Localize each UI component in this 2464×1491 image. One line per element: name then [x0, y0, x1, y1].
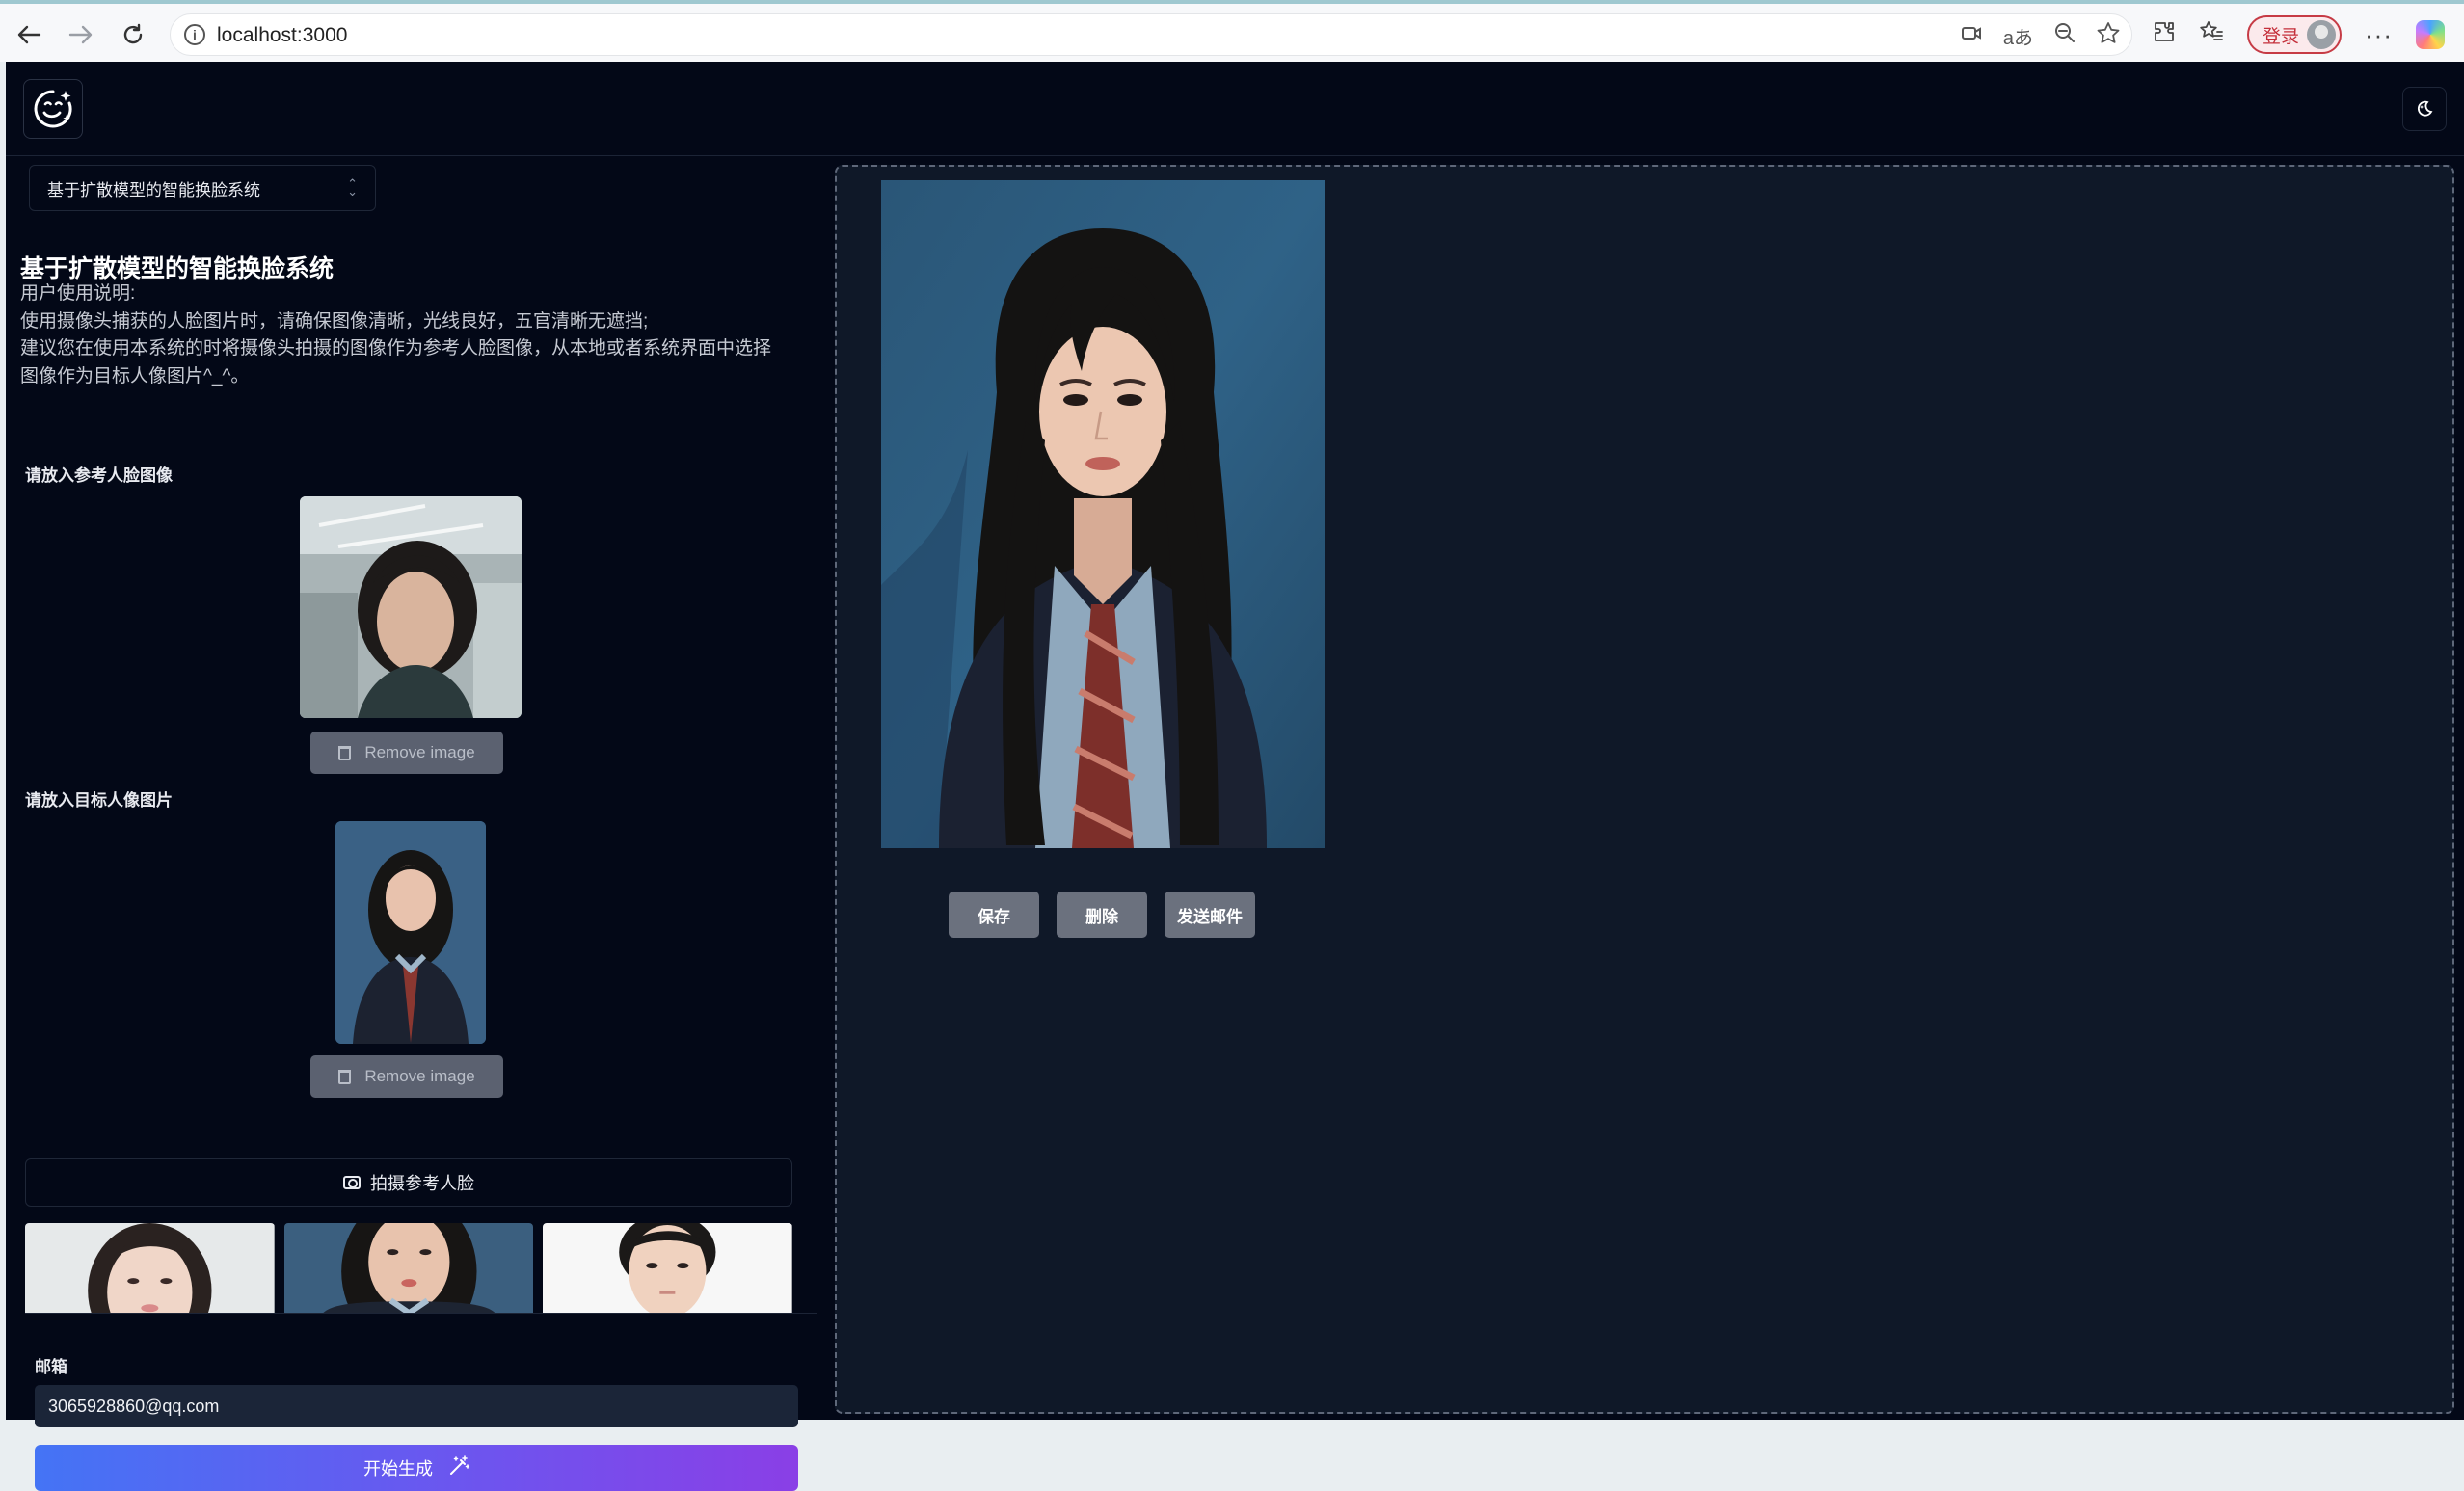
delete-label: 删除 [1085, 907, 1118, 926]
save-button[interactable]: 保存 [949, 892, 1039, 938]
capture-label: 拍摄参考人脸 [370, 1174, 474, 1193]
translate-icon[interactable]: aあ [2003, 22, 2033, 50]
face-sparkle-icon[interactable] [23, 79, 83, 139]
gallery-item[interactable] [283, 1223, 534, 1313]
login-button[interactable]: 登录 [2247, 15, 2343, 54]
model-select[interactable]: 基于扩散模型的智能换脸系统 ⌃ ⌄ [29, 165, 376, 211]
delete-button[interactable]: 删除 [1057, 892, 1147, 938]
camera-icon [343, 1176, 361, 1189]
magic-wand-icon [448, 1454, 470, 1481]
remove-label: Remove image [364, 1067, 475, 1085]
reference-face-label: 请放入参考人脸图像 [25, 466, 173, 485]
profile-avatar-icon [2307, 20, 2337, 49]
divider [25, 1313, 817, 1314]
info-icon[interactable]: i [184, 24, 205, 45]
send-email-label: 发送邮件 [1177, 907, 1243, 926]
generate-label: 开始生成 [363, 1459, 433, 1478]
forward-icon[interactable] [64, 17, 98, 52]
instruction-line: 用户使用说明: [20, 283, 136, 304]
trash-icon [338, 745, 352, 760]
remove-reference-button[interactable]: Remove image [310, 732, 503, 774]
address-bar[interactable]: i localhost:3000 aあ [170, 13, 2132, 56]
login-label: 登录 [2263, 26, 2300, 47]
sample-gallery [25, 1223, 792, 1313]
remove-label: Remove image [364, 743, 475, 761]
copilot-icon[interactable] [2416, 20, 2445, 49]
camera-permission-icon[interactable] [1961, 22, 1982, 50]
instruction-line: 使用摄像头捕获的人脸图片时，请确保图像清晰，光线良好，五官清晰无遮挡; [20, 310, 649, 332]
instruction-line: 图像作为目标人像图片^_^。 [20, 365, 250, 386]
save-label: 保存 [978, 907, 1010, 926]
browser-toolbar: i localhost:3000 aあ 登录 ··· [0, 0, 2464, 62]
favorites-list-icon[interactable] [2199, 20, 2224, 50]
extensions-icon[interactable] [2153, 20, 2176, 50]
target-portrait-image[interactable] [335, 821, 486, 1044]
zoom-out-icon[interactable] [2054, 22, 2076, 50]
gallery-item[interactable] [25, 1223, 275, 1313]
back-icon[interactable] [12, 17, 46, 52]
favorite-star-icon[interactable] [2097, 22, 2120, 50]
model-select-value: 基于扩散模型的智能换脸系统 [47, 180, 260, 200]
start-generate-button[interactable]: 开始生成 [35, 1445, 798, 1491]
remove-target-button[interactable]: Remove image [310, 1055, 503, 1098]
moon-icon[interactable] [2402, 87, 2447, 131]
trash-icon [338, 1069, 352, 1084]
url-text[interactable]: localhost:3000 [217, 24, 347, 47]
email-input[interactable] [35, 1385, 798, 1427]
instruction-line: 建议您在使用本系统的时将摄像头拍摄的图像作为参考人脸图像，从本地或者系统界面中选… [20, 338, 772, 359]
reference-face-image[interactable] [300, 496, 522, 718]
target-image-label: 请放入目标人像图片 [25, 791, 173, 810]
app-root: 基于扩散模型的智能换脸系统 ⌃ ⌄ 基于扩散模型的智能换脸系统 用户使用说明: 使… [6, 62, 2464, 1491]
result-image[interactable] [881, 180, 1325, 848]
capture-reference-button[interactable]: 拍摄参考人脸 [25, 1158, 792, 1207]
chevron-updown-icon: ⌃ ⌄ [347, 176, 358, 199]
gallery-item[interactable] [543, 1223, 792, 1313]
left-panel: 基于扩散模型的智能换脸系统 ⌃ ⌄ 基于扩散模型的智能换脸系统 用户使用说明: 使… [6, 157, 817, 1491]
send-email-button[interactable]: 发送邮件 [1165, 892, 1255, 938]
more-options-icon[interactable]: ··· [2365, 20, 2393, 50]
result-panel: 保存 删除 发送邮件 [835, 165, 2454, 1414]
app-header [6, 62, 2464, 156]
page-title: 基于扩散模型的智能换脸系统 [20, 255, 335, 282]
user-instructions: 用户使用说明: 使用摄像头捕获的人脸图片时，请确保图像清晰，光线良好，五官清晰无… [20, 280, 811, 390]
email-label: 邮箱 [35, 1358, 67, 1376]
reload-icon[interactable] [116, 17, 150, 52]
